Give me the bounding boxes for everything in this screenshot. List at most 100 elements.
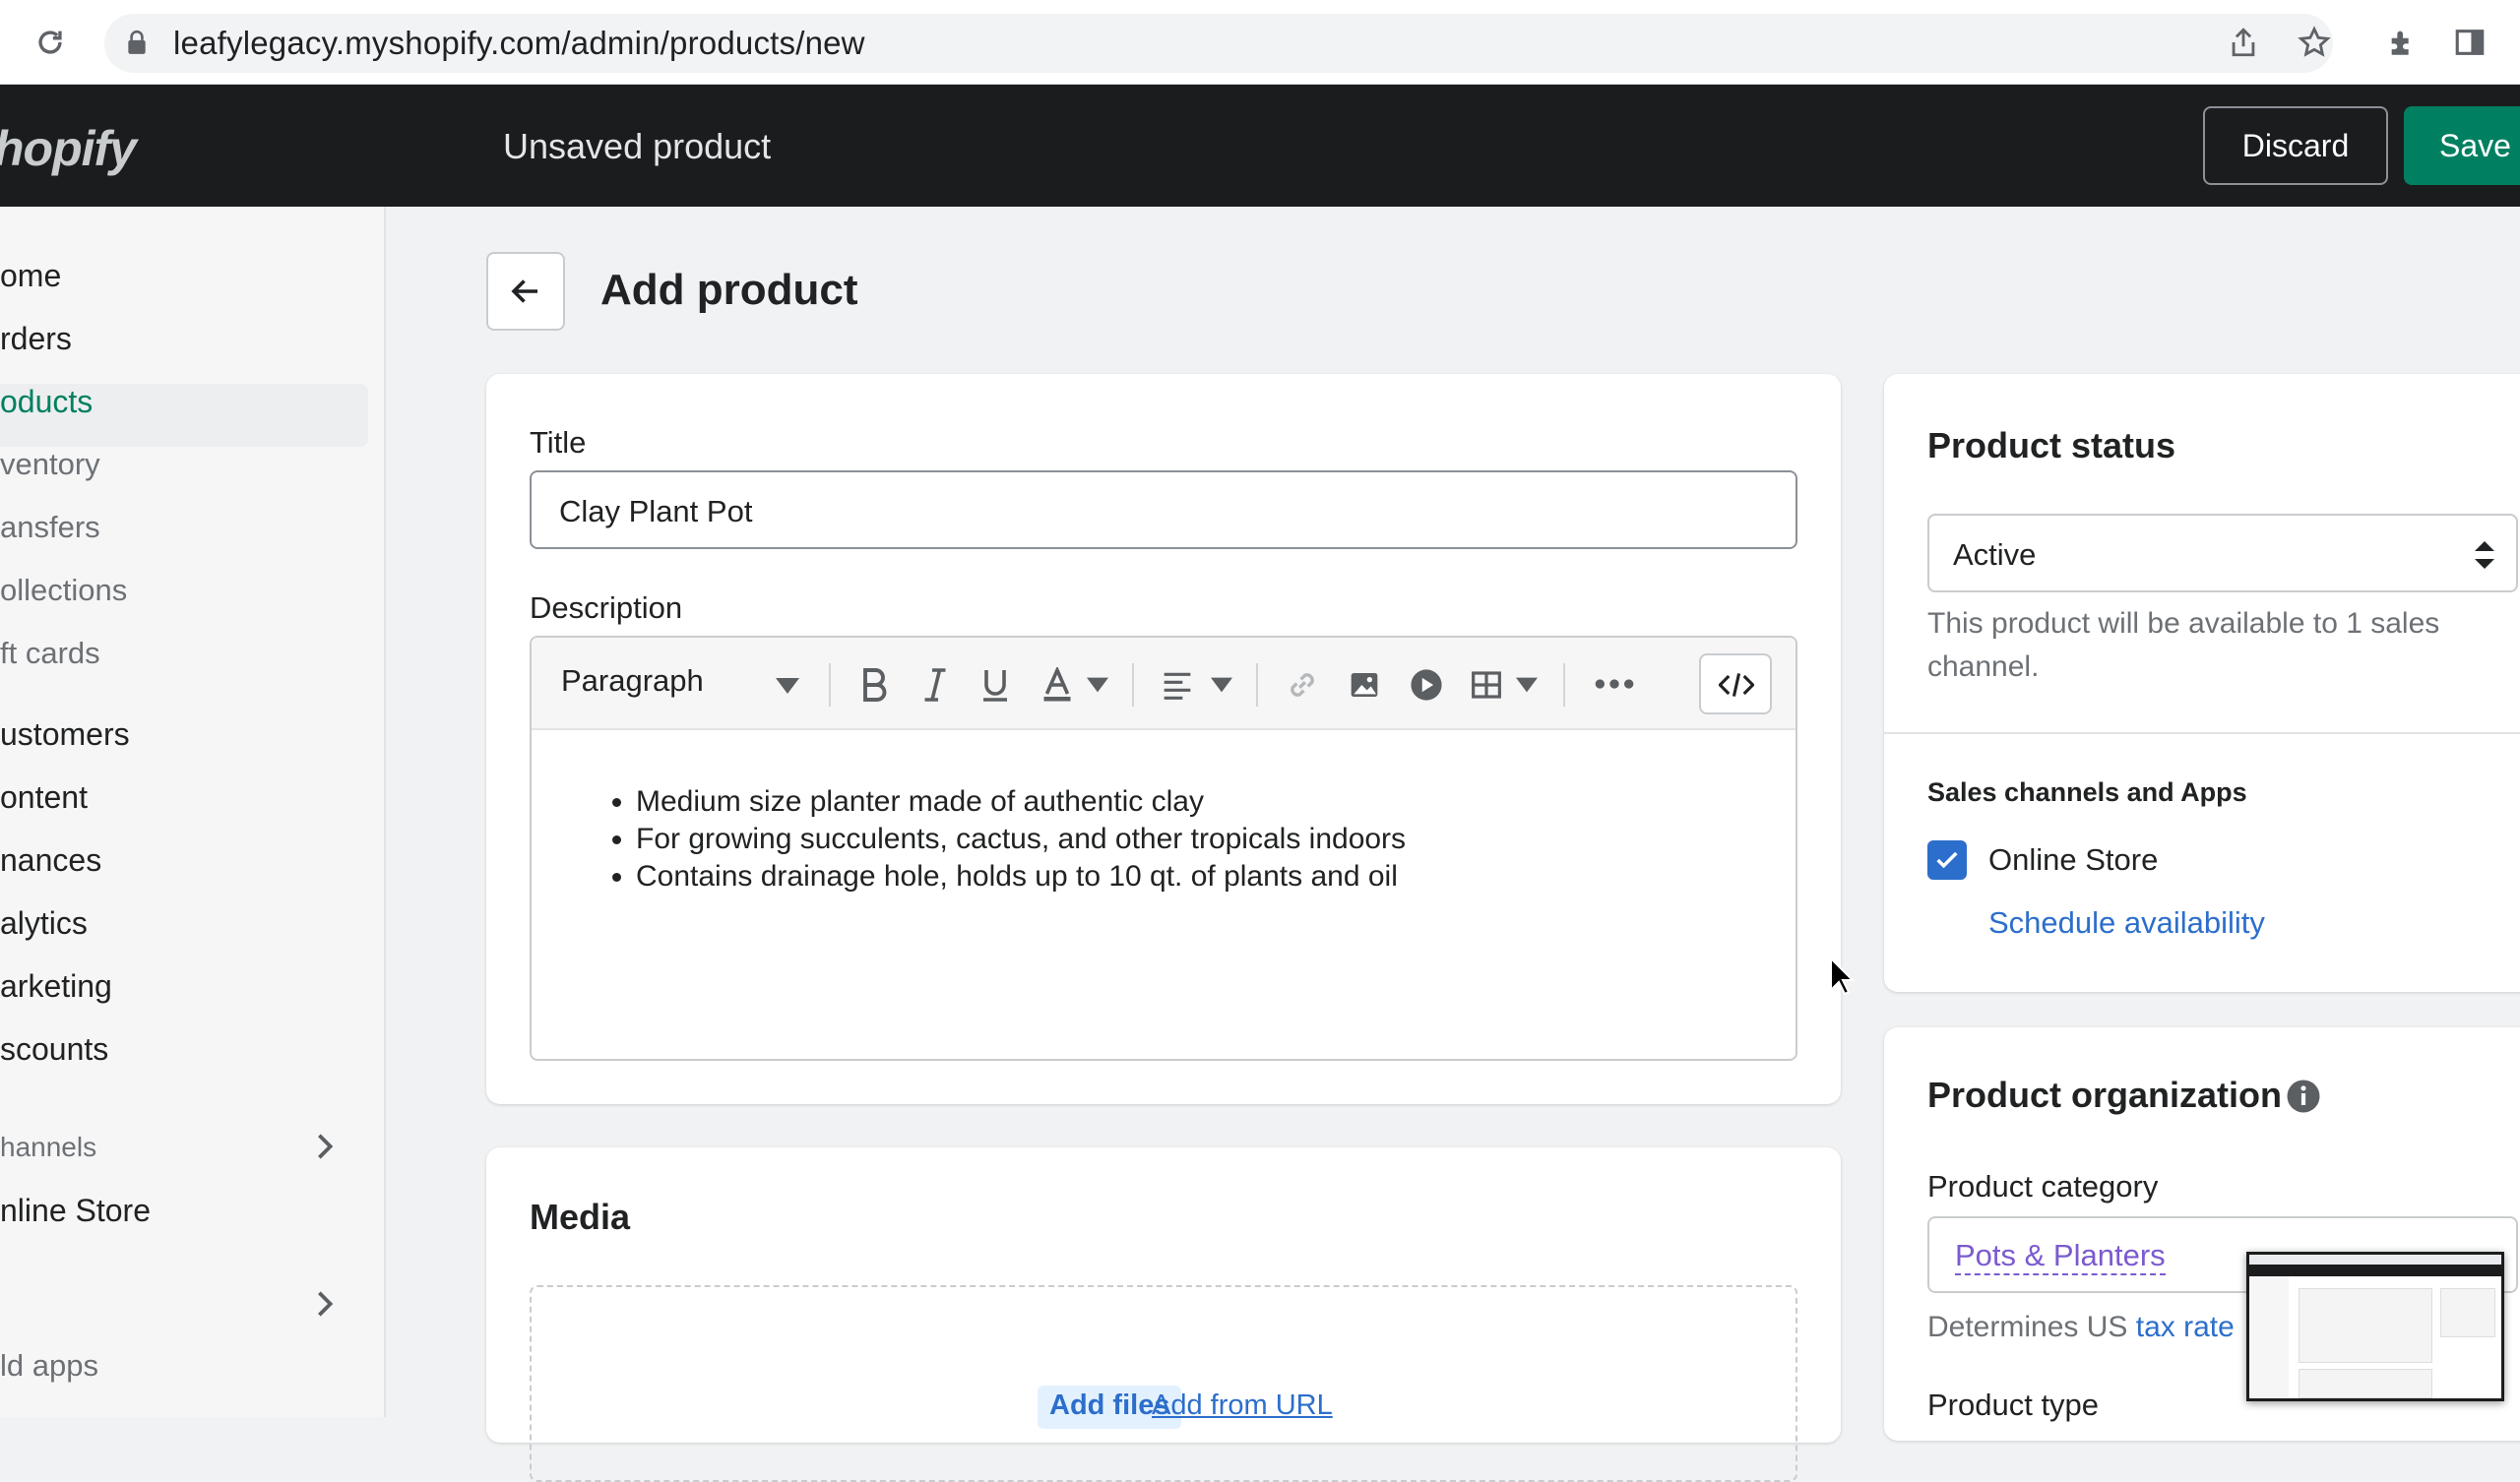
toolbar-divider (1256, 663, 1258, 707)
align-icon[interactable] (1162, 667, 1193, 703)
reload-icon[interactable] (33, 26, 67, 59)
discard-button[interactable]: Discard (2203, 106, 2388, 185)
chevron-right-icon[interactable] (313, 1289, 337, 1319)
sidebar-item-content[interactable]: ontent (0, 779, 88, 816)
admin-topbar: hopify Unsaved product Discard Save (0, 85, 2520, 207)
share-icon[interactable] (2227, 26, 2260, 59)
link-icon[interactable] (1286, 667, 1319, 703)
browser-toolbar: leafylegacy.myshopify.com/admin/products… (0, 0, 2520, 85)
thumbnail-side-card (2440, 1288, 2495, 1337)
sidebar-item-online-store[interactable]: nline Store (0, 1193, 151, 1229)
sidebar-item-collections[interactable]: ollections (0, 573, 127, 608)
info-icon[interactable] (2286, 1079, 2321, 1114)
product-category-label: Product category (1927, 1169, 2159, 1204)
paragraph-label: Paragraph (561, 663, 704, 698)
sidebar-item-customers[interactable]: ustomers (0, 716, 130, 753)
sales-channels-heading: Sales channels and Apps (1927, 777, 2247, 807)
product-status-card: Product status Active This product will … (1884, 374, 2520, 992)
caret-down-icon[interactable] (1087, 677, 1108, 693)
sidebar-item-orders[interactable]: rders (0, 321, 72, 357)
sidebar-item-inventory[interactable]: ventory (0, 447, 100, 482)
divider (1884, 732, 2520, 734)
toolbar-divider (829, 663, 831, 707)
paragraph-select[interactable]: Paragraph (561, 663, 704, 699)
select-caret-icon (2475, 541, 2494, 569)
thumbnail-topbar (2249, 1265, 2501, 1276)
back-button[interactable] (486, 252, 565, 331)
thumbnail-sidebar (2249, 1276, 2289, 1398)
caret-down-icon[interactable] (1516, 677, 1538, 693)
unsaved-product-heading: Unsaved product (503, 126, 772, 166)
list-item[interactable]: Contains drainage hole, holds up to 10 q… (636, 858, 1406, 895)
product-organization-title: Product organization (1927, 1075, 2282, 1115)
table-icon[interactable] (1471, 667, 1502, 703)
title-label: Title (530, 425, 587, 460)
sidebar-item-marketing[interactable]: arketing (0, 968, 112, 1005)
thumbnail-card (2299, 1288, 2432, 1363)
page-title: Add product (600, 266, 858, 314)
category-help-text: Determines US tax rate (1927, 1311, 2235, 1344)
sidebar-item-transfers[interactable]: ansfers (0, 510, 100, 545)
status-value: Active (1953, 537, 2037, 572)
caret-down-icon[interactable] (1211, 677, 1232, 693)
text-color-icon[interactable] (1041, 667, 1073, 703)
chevron-right-icon[interactable] (313, 1132, 337, 1161)
html-toggle-button[interactable] (1699, 653, 1772, 714)
sidebar-item-analytics[interactable]: alytics (0, 905, 88, 942)
bookmark-star-icon[interactable] (2298, 26, 2331, 59)
arrow-left-icon (511, 279, 537, 303)
media-title: Media (530, 1197, 631, 1237)
product-category-value[interactable]: Pots & Planters (1955, 1238, 2166, 1275)
schedule-availability-link[interactable]: Schedule availability (1988, 905, 2265, 941)
italic-icon[interactable] (921, 667, 949, 703)
video-icon[interactable] (1410, 667, 1443, 703)
lock-icon[interactable] (126, 30, 148, 55)
caret-down-icon[interactable] (776, 677, 799, 695)
sidebar-item-gift-cards[interactable]: ft cards (0, 636, 100, 671)
extensions-icon[interactable] (2386, 26, 2420, 59)
title-input[interactable]: Clay Plant Pot (530, 470, 1797, 549)
description-editor[interactable]: Paragraph Medium size plante (530, 636, 1797, 1061)
sidebar-item-add-apps[interactable]: ld apps (0, 1348, 98, 1384)
shopify-logo[interactable]: hopify (0, 120, 137, 177)
code-icon (1719, 673, 1754, 697)
media-dropzone[interactable]: Add files Add from URL (530, 1285, 1797, 1482)
mouse-cursor-icon (1830, 957, 1855, 996)
online-store-checkbox[interactable] (1927, 840, 1967, 880)
media-card: Media Add files Add from URL (486, 1147, 1841, 1482)
save-button[interactable]: Save (2404, 106, 2520, 185)
online-store-label: Online Store (1988, 842, 2159, 877)
product-status-title: Product status (1927, 425, 2176, 465)
sidebar-nav: ome rders oducts ventory ansfers ollecti… (0, 207, 386, 1417)
status-help-text: This product will be available to 1 sale… (1927, 607, 2440, 683)
image-icon[interactable] (1349, 667, 1380, 703)
sidebar-channels-heading: hannels (0, 1132, 97, 1162)
toolbar-divider (1132, 663, 1134, 707)
description-label: Description (530, 590, 683, 625)
list-item[interactable]: Medium size planter made of authentic cl… (636, 783, 1406, 821)
sidebar-item-finances[interactable]: nances (0, 842, 101, 879)
description-list[interactable]: Medium size planter made of authentic cl… (636, 783, 1406, 895)
category-help-prefix: Determines US (1927, 1311, 2128, 1343)
tax-rate-link[interactable]: tax rate (2136, 1311, 2235, 1343)
bold-icon[interactable] (858, 667, 890, 703)
recording-thumbnail (2246, 1252, 2504, 1401)
title-value[interactable]: Clay Plant Pot (559, 494, 752, 529)
sidebar-item-home[interactable]: ome (0, 258, 61, 294)
toolbar-divider (1563, 663, 1565, 707)
thumbnail-browser-bar (2249, 1255, 2501, 1265)
list-item[interactable]: For growing succulents, cactus, and othe… (636, 821, 1406, 858)
product-type-label: Product type (1927, 1388, 2100, 1422)
thumbnail-media-card (2299, 1369, 2432, 1398)
editor-toolbar: Paragraph (532, 638, 1796, 730)
status-select[interactable]: Active (1927, 514, 2518, 592)
sidebar-item-products[interactable]: oducts (0, 384, 93, 420)
add-from-url-link[interactable]: Add from URL (1152, 1389, 1333, 1422)
checkmark-icon (1936, 851, 1958, 869)
url-text[interactable]: leafylegacy.myshopify.com/admin/products… (173, 25, 865, 62)
underline-icon[interactable] (980, 667, 1010, 703)
side-panel-icon[interactable] (2453, 26, 2487, 59)
more-icon[interactable] (1595, 677, 1634, 691)
product-details-card: Title Clay Plant Pot Description Paragra… (486, 374, 1841, 1104)
sidebar-item-discounts[interactable]: scounts (0, 1031, 108, 1068)
